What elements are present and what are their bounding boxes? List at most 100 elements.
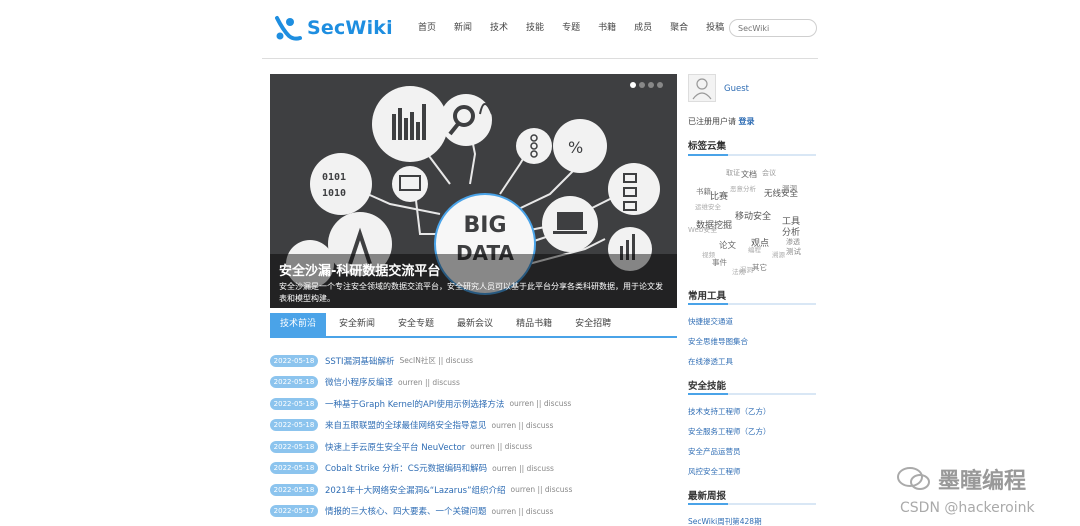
tag-link[interactable]: 溯源 [772,249,785,259]
nav-aggregate[interactable]: 聚合 [670,20,688,33]
avatar[interactable] [688,74,716,102]
tag-link[interactable]: 会议 [762,168,776,178]
news-link[interactable]: 来自五眼联盟的全球最佳网络安全指导意见 [325,419,487,431]
section-divider [688,154,816,156]
nav-submit[interactable]: 投稿 [706,20,724,33]
login-link[interactable]: 登录 [739,117,755,126]
weekly-title: 最新周报 [688,491,727,502]
nav-news[interactable]: 新闻 [454,20,472,33]
news-source[interactable]: ourren || discuss [492,507,554,516]
nav-members[interactable]: 成员 [634,20,652,33]
svg-text:1010: 1010 [322,188,346,199]
tag-link[interactable]: 文档 [741,169,757,180]
list-item: 2022-05-18 Cobalt Strike 分析：CS元数据编码和解码 o… [270,458,677,480]
date-badge: 2022-05-18 [270,397,318,410]
tag-link[interactable]: 恶意分析 [730,183,756,193]
news-source[interactable]: SecIN社区 || discuss [400,355,474,366]
tag-link[interactable]: Web安全 [688,225,717,235]
carousel-caption: 安全沙漏-科研数据交流平台 安全沙漏是一个专注安全领域的数据交流平台，安全研究人… [270,254,677,308]
news-link[interactable]: 微信小程序反编译 [325,376,393,388]
list-item: 2022-05-18 2021年十大网络安全漏洞&“Lazarus”组织介绍 o… [270,479,677,501]
guest-name[interactable]: Guest [724,84,749,94]
tool-link[interactable]: 在线渗透工具 [688,356,733,367]
carousel-dot[interactable] [648,82,654,88]
tool-link[interactable]: 快捷提交通道 [688,316,733,327]
logo-icon [274,14,304,42]
tab-tech-frontier[interactable]: 技术前沿 [270,313,327,336]
job-link[interactable]: 安全服务工程师（乙方） [688,426,771,437]
tag-link[interactable]: 漏洞 [782,183,797,194]
tag-link[interactable]: 测试 [786,246,801,257]
header-divider [262,58,818,59]
news-link[interactable]: Cobalt Strike 分析：CS元数据编码和解码 [325,462,487,474]
tag-link[interactable]: 书籍 [696,186,711,197]
carousel-dot[interactable] [657,82,663,88]
list-item: 2022-05-18 SSTI漏洞基础解析 SecIN社区 || discuss [270,350,677,372]
nav-tech[interactable]: 技术 [490,20,508,33]
nav-home[interactable]: 首页 [418,20,436,33]
carousel-title[interactable]: 安全沙漏-科研数据交流平台 [279,260,668,279]
list-item: 2022-05-18 微信小程序反编译 ourren || discuss [270,372,677,394]
section-divider [688,303,816,305]
svg-text:%: % [568,138,583,157]
date-badge: 2022-05-18 [270,419,318,432]
news-link[interactable]: SSTI漏洞基础解析 [325,355,395,367]
carousel-dot[interactable] [639,82,645,88]
news-source[interactable]: ourren || discuss [398,378,460,387]
news-link[interactable]: 一种基于Graph Kernel的API使用示例选择方法 [325,398,504,410]
tag-link[interactable]: 运维安全 [695,201,721,211]
tag-link[interactable]: 法规 [732,266,745,276]
date-badge: 2022-05-18 [270,483,318,496]
tab-conferences[interactable]: 最新会议 [447,313,503,336]
tag-link[interactable]: 编程 [748,244,761,254]
jobs-title: 安全技能 [688,381,727,392]
section-divider [688,503,816,505]
tag-link[interactable]: 渗透 [786,237,800,247]
news-source[interactable]: ourren || discuss [492,464,554,473]
tag-link[interactable]: 论文 [719,239,736,251]
news-source[interactable]: ourren || discuss [509,399,571,408]
content-tabs: 技术前沿 安全新闻 安全专题 最新会议 精品书籍 安全招聘 [270,313,677,338]
hero-carousel[interactable]: % 0101 1010 BIG DATA 安全沙漏-科研数据交流平台 安全沙漏是… [270,74,677,308]
tag-link[interactable]: 移动安全 [735,209,771,222]
date-badge: 2022-05-18 [270,462,318,475]
section-divider [688,393,816,395]
list-item: 2022-05-18 来自五眼联盟的全球最佳网络安全指导意见 ourren ||… [270,415,677,437]
nav-books[interactable]: 书籍 [598,20,616,33]
job-link[interactable]: 技术支持工程师（乙方） [688,406,771,417]
list-item: 2022-05-17 情报的三大核心、四大要素、一个关键问题 ourren ||… [270,501,677,523]
search-input[interactable] [729,19,817,37]
tab-security-topics[interactable]: 安全专题 [388,313,444,336]
site-logo[interactable]: SecWiki [274,14,393,42]
tab-jobs[interactable]: 安全招聘 [565,313,621,336]
tab-books[interactable]: 精品书籍 [506,313,562,336]
job-link[interactable]: 安全产品运营员 [688,446,741,457]
watermark-csdn: CSDN @hackeroink [900,500,1035,516]
tag-link[interactable]: 其它 [752,262,767,273]
news-source[interactable]: ourren || discuss [470,442,532,451]
tag-link[interactable]: 取证 [726,168,740,178]
carousel-dot[interactable] [630,82,636,88]
job-link[interactable]: 风控安全工程师 [688,466,741,477]
news-link[interactable]: 2021年十大网络安全漏洞&“Lazarus”组织介绍 [325,484,506,496]
tab-security-news[interactable]: 安全新闻 [329,313,385,336]
login-prompt-text: 已注册用户请 [688,117,736,126]
wechat-icon [897,467,930,490]
news-link[interactable]: 情报的三大核心、四大要素、一个关键问题 [325,505,487,517]
weekly-link[interactable]: SecWiki周刊第428期 [688,516,762,526]
list-item: 2022-05-18 一种基于Graph Kernel的API使用示例选择方法 … [270,393,677,415]
news-source[interactable]: ourren || discuss [511,485,573,494]
tag-cloud: 取证 文档 会议 恶意分析 书籍 比赛 无线安全 漏洞 运维安全 数据挖掘 移动… [688,164,816,279]
date-badge: 2022-05-18 [270,376,318,389]
svg-text:BIG: BIG [463,213,506,238]
news-source[interactable]: ourren || discuss [492,421,554,430]
carousel-dots [630,82,663,88]
tag-link[interactable]: 事件 [712,257,727,268]
main-nav: 首页 新闻 技术 技能 专题 书籍 成员 聚合 投稿 [418,20,742,33]
news-link[interactable]: 快速上手云原生安全平台 NeuVector [325,441,465,453]
watermark-brand: 墨瞳编程 [938,469,1027,494]
nav-skills[interactable]: 技能 [526,20,544,33]
nav-topics[interactable]: 专题 [562,20,580,33]
tools-title: 常用工具 [688,291,727,302]
tool-link[interactable]: 安全思维导图集合 [688,336,748,347]
